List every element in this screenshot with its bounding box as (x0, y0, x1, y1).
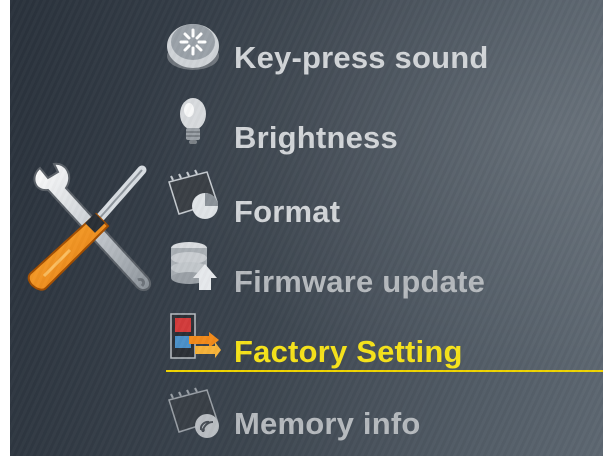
database-upload-icon (171, 242, 217, 290)
selection-underline (166, 370, 603, 372)
menu-label: Firmware update (234, 264, 486, 299)
menu-item-firmware-update[interactable]: Firmware update (160, 240, 600, 300)
menu-item-brightness[interactable]: Brightness (160, 96, 600, 156)
light-bulb-icon (180, 98, 206, 144)
factory-reset-icon (170, 313, 221, 359)
menu-label: Factory Setting (234, 334, 463, 369)
menu-label: Brightness (234, 120, 398, 155)
settings-screen: Key-press sound Brightness Format Firmwa… (10, 0, 603, 456)
speaker-button-icon (167, 24, 219, 70)
memory-chip-pie-icon (168, 169, 218, 219)
memory-chip-info-icon (168, 387, 219, 438)
menu-item-memory-info[interactable]: Memory info (160, 386, 600, 446)
menu-label: Format (234, 194, 341, 229)
menu-item-format[interactable]: Format (160, 168, 600, 229)
menu-item-factory-setting[interactable]: Factory Setting (160, 310, 600, 370)
tools-icon (27, 162, 152, 292)
menu-label: Memory info (234, 406, 421, 441)
menu-item-key-press-sound[interactable]: Key-press sound (160, 20, 600, 80)
menu-label: Key-press sound (234, 40, 489, 75)
